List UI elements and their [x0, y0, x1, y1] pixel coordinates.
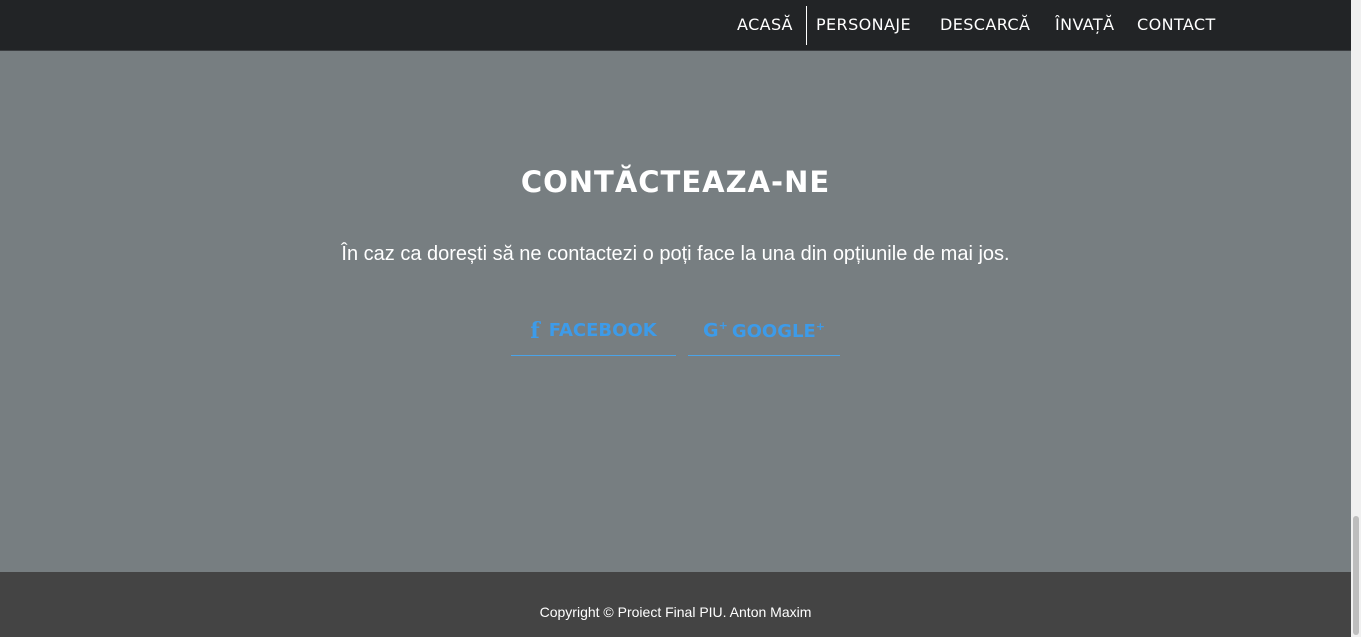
- google-plus-label: GOOGLE+: [732, 320, 825, 342]
- navbar: ACASĂ PERSONAJE DESCARCĂ ÎNVAȚĂ CONTACT: [0, 0, 1351, 51]
- google-plus-icon: G+: [703, 319, 728, 342]
- nav-link-invata[interactable]: ÎNVAȚĂ: [1055, 13, 1114, 37]
- google-plus-label-text: GOOGLE: [731, 320, 816, 342]
- google-plus-button[interactable]: G+ GOOGLE+: [688, 306, 840, 356]
- facebook-icon: f: [530, 317, 540, 344]
- nav-link-descarca[interactable]: DESCARCĂ: [940, 13, 1030, 37]
- copyright-text: Copyright © Proiect Final PIU. Anton Max…: [539, 604, 812, 620]
- section-description: În caz ca dorești să ne contactezi o poț…: [341, 243, 1010, 265]
- facebook-label: FACEBOOK: [548, 320, 657, 341]
- nav-link-acasa[interactable]: ACASĂ: [737, 13, 793, 37]
- nav-link-contact[interactable]: CONTACT: [1137, 13, 1216, 37]
- footer: Copyright © Proiect Final PIU. Anton Max…: [0, 572, 1351, 637]
- scrollbar-thumb[interactable]: [1353, 516, 1359, 635]
- nav-link-personaje[interactable]: PERSONAJE: [816, 13, 911, 37]
- google-plus-label-suffix: +: [815, 319, 825, 333]
- nav-divider: [806, 6, 807, 45]
- facebook-button[interactable]: f FACEBOOK: [511, 306, 676, 356]
- contact-section: CONTĂCTEAZA-NE În caz ca dorești să ne c…: [0, 51, 1351, 572]
- section-title: CONTĂCTEAZA-NE: [520, 165, 831, 199]
